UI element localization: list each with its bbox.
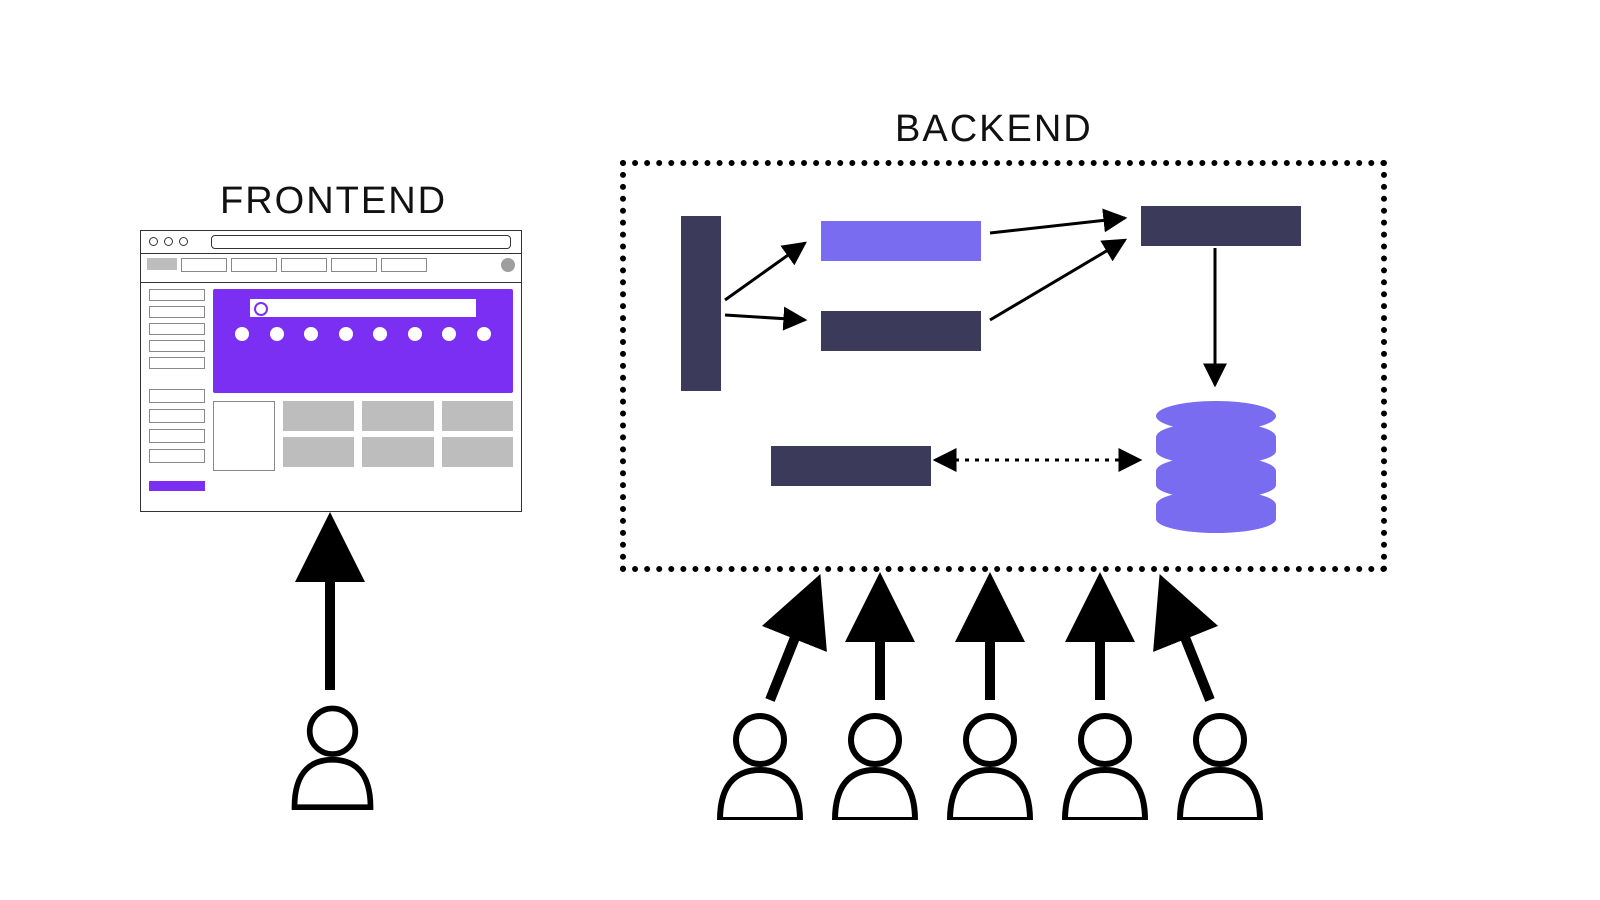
user-icon [1170,710,1270,820]
hero-dot-row [225,327,501,341]
nav-tab [281,258,327,272]
sidebar-item [149,409,205,423]
content-card [362,401,433,431]
window-controls-icon [149,237,188,246]
sidebar-item [149,389,205,403]
user-icon [1055,710,1155,820]
nav-tab [331,258,377,272]
nav-tab [231,258,277,272]
sidebar-item [149,429,205,443]
feature-card [213,401,275,471]
backend-label: BACKEND [895,108,1093,151]
site-logo [147,258,177,270]
browser-mock [140,230,522,512]
content-card [283,401,354,431]
sidebar-item [149,306,205,318]
service-gateway [681,216,721,391]
service-a [821,221,981,261]
backend-boundary [620,160,1387,572]
sidebar-accent [149,481,205,491]
database-icon [1156,401,1276,533]
arrow-user-to-backend [770,600,810,700]
arrow-user-to-backend [1170,600,1210,700]
nav-tab [381,258,427,272]
sidebar-item [149,449,205,463]
service-c [1141,206,1301,246]
sidebar-lower [149,389,205,463]
sidebar-item [149,340,205,352]
nav-tab [181,258,227,272]
sidebar-item [149,289,205,301]
hero-banner [213,289,513,393]
user-icon [940,710,1040,820]
content-card [283,437,354,467]
service-worker [771,446,931,486]
user-icon [710,710,810,820]
search-bar [250,299,476,317]
user-icon [285,700,380,810]
sidebar-item [149,323,205,335]
diagram-canvas: FRONTEND BACKEND [0,0,1600,900]
content-card [362,437,433,467]
sidebar-item [149,357,205,369]
sidebar [149,289,205,515]
content-card [442,401,513,431]
content-grid [213,401,513,471]
content-card [442,437,513,467]
address-bar [211,235,511,249]
service-b [821,311,981,351]
avatar-icon [501,258,515,272]
browser-toolbar [141,254,521,283]
user-icon [825,710,925,820]
frontend-label: FRONTEND [220,180,447,223]
browser-chrome [141,231,521,254]
